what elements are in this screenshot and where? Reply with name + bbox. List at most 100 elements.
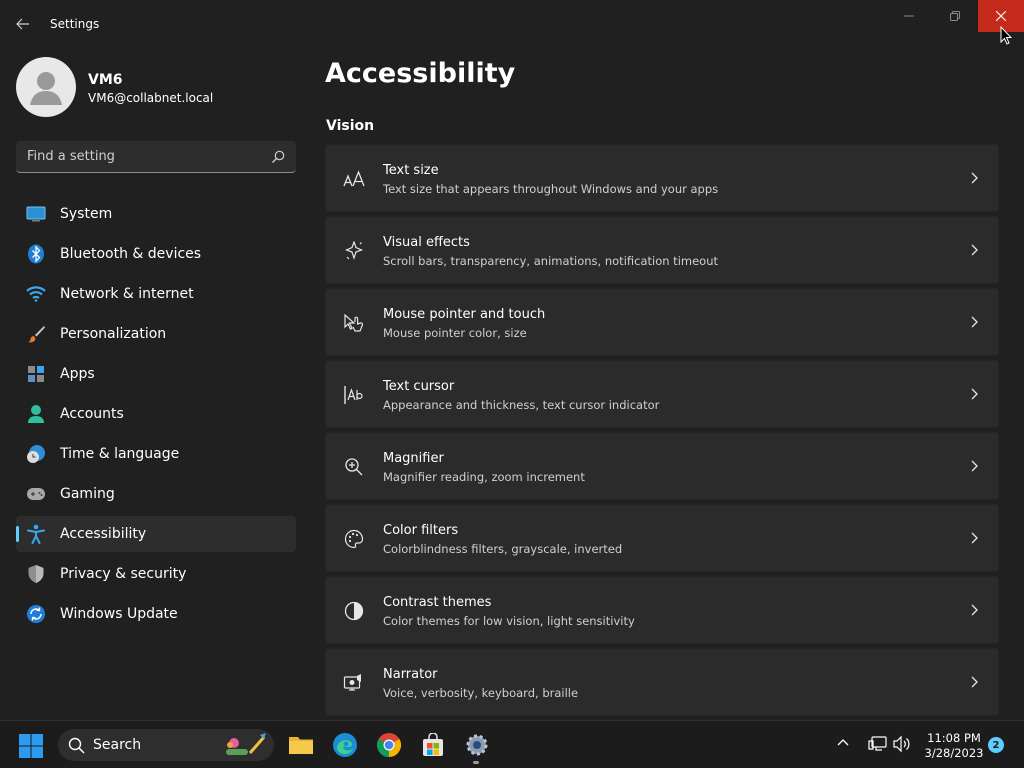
settings-gear-icon[interactable] [461, 729, 493, 761]
title-bar: Settings [0, 0, 1024, 48]
profile-name: VM6 [88, 72, 123, 88]
restore-button[interactable] [932, 0, 978, 32]
back-button[interactable] [8, 9, 38, 39]
magnifier-icon [343, 456, 365, 478]
card-text-size[interactable]: Text size Text size that appears through… [325, 144, 999, 212]
back-arrow-icon [16, 18, 29, 30]
taskbar: Search 11:08 PM 3/28/2023 2 [0, 720, 1024, 768]
taskbar-search-label: Search [93, 737, 142, 753]
card-visual-effects[interactable]: Visual effects Scroll bars, transparency… [325, 216, 999, 284]
profile-email: VM6@collabnet.local [88, 91, 214, 105]
search-icon [68, 737, 85, 754]
text-cursor-icon [343, 384, 365, 406]
close-icon [996, 11, 1006, 21]
chevron-right-icon [971, 244, 978, 256]
card-contrast-themes[interactable]: Contrast themes Color themes for low vis… [325, 576, 999, 644]
card-mouse-pointer[interactable]: Mouse pointer and touch Mouse pointer co… [325, 288, 999, 356]
app-title: Settings [50, 17, 100, 31]
restore-icon [950, 11, 960, 21]
chrome-browser-icon[interactable] [373, 729, 405, 761]
sidebar-item-network[interactable]: Network & internet [16, 276, 296, 312]
volume-icon[interactable] [892, 735, 912, 753]
bluetooth-icon [26, 244, 46, 264]
search-input[interactable] [16, 141, 266, 172]
pointer-touch-icon [343, 312, 365, 334]
chevron-right-icon [971, 532, 978, 544]
accounts-icon [26, 404, 46, 424]
card-title: Text size [383, 163, 439, 178]
card-description: Voice, verbosity, keyboard, braille [383, 686, 579, 700]
search-highlight-art-icon [226, 733, 266, 755]
sidebar-item-gaming[interactable]: Gaming [16, 476, 296, 512]
page-title: Accessibility [325, 58, 516, 89]
clock-date[interactable]: 3/28/2023 [918, 746, 990, 760]
card-title: Color filters [383, 523, 459, 538]
sidebar-item-label: Gaming [60, 486, 115, 502]
minimize-icon [904, 15, 914, 17]
chevron-up-icon[interactable] [836, 737, 850, 747]
card-description: Mouse pointer color, size [383, 326, 527, 340]
brush-icon [26, 324, 46, 344]
windows-start-icon[interactable] [18, 733, 44, 759]
chevron-right-icon [971, 460, 978, 472]
contrast-icon [343, 600, 365, 622]
microsoft-store-icon[interactable] [417, 729, 449, 761]
sparkle-icon [343, 240, 365, 262]
accessibility-icon [26, 524, 46, 544]
card-title: Contrast themes [383, 595, 492, 610]
network-icon[interactable] [867, 735, 887, 753]
card-title: Mouse pointer and touch [383, 307, 546, 322]
avatar[interactable] [16, 57, 76, 117]
chevron-right-icon [971, 316, 978, 328]
card-title: Magnifier [383, 451, 444, 466]
card-magnifier[interactable]: Magnifier Magnifier reading, zoom increm… [325, 432, 999, 500]
search-icon[interactable] [270, 149, 286, 165]
sidebar-item-time-language[interactable]: Time & language [16, 436, 296, 472]
chevron-right-icon [971, 676, 978, 688]
sidebar-item-privacy[interactable]: Privacy & security [16, 556, 296, 592]
section-title: Vision [326, 118, 375, 134]
card-color-filters[interactable]: Color filters Colorblindness filters, gr… [325, 504, 999, 572]
card-title: Text cursor [383, 379, 455, 394]
gamepad-icon [26, 484, 46, 504]
system-icon [26, 204, 46, 224]
sidebar-item-windows-update[interactable]: Windows Update [16, 596, 296, 632]
user-silhouette-icon [30, 72, 62, 105]
update-icon [26, 604, 46, 624]
clock-time[interactable]: 11:08 PM [926, 731, 982, 745]
sidebar-nav: System Bluetooth & devices Network & int… [16, 196, 296, 636]
apps-icon [26, 364, 46, 384]
card-title: Visual effects [383, 235, 470, 250]
sidebar-item-accessibility[interactable]: Accessibility [16, 516, 296, 552]
card-text-cursor[interactable]: Text cursor Appearance and thickness, te… [325, 360, 999, 428]
sidebar-item-label: Personalization [60, 326, 167, 342]
card-description: Scroll bars, transparency, animations, n… [383, 254, 718, 268]
sidebar-item-label: Accounts [60, 406, 124, 422]
sidebar-item-label: System [60, 206, 113, 222]
sidebar-item-personalization[interactable]: Personalization [16, 316, 296, 352]
taskbar-search[interactable]: Search [58, 729, 274, 761]
chevron-right-icon [971, 388, 978, 400]
notification-badge[interactable]: 2 [988, 737, 1004, 753]
palette-icon [343, 528, 365, 550]
sidebar-item-system[interactable]: System [16, 196, 296, 232]
sidebar-item-accounts[interactable]: Accounts [16, 396, 296, 432]
file-explorer-icon[interactable] [285, 729, 317, 761]
sidebar-item-apps[interactable]: Apps [16, 356, 296, 392]
sidebar-item-label: Bluetooth & devices [60, 246, 202, 262]
sidebar-item-label: Apps [60, 366, 95, 382]
card-narrator[interactable]: Narrator Voice, verbosity, keyboard, bra… [325, 648, 999, 716]
running-app-indicator [473, 761, 479, 764]
chevron-right-icon [971, 604, 978, 616]
sidebar-item-bluetooth[interactable]: Bluetooth & devices [16, 236, 296, 272]
sidebar-item-label: Time & language [60, 446, 180, 462]
minimize-button[interactable] [886, 0, 932, 32]
sidebar-item-label: Privacy & security [60, 566, 187, 582]
card-description: Color themes for low vision, light sensi… [383, 614, 635, 628]
narrator-icon [343, 672, 365, 694]
chevron-right-icon [971, 172, 978, 184]
search-box[interactable] [16, 141, 296, 173]
text-size-icon [343, 168, 365, 190]
edge-browser-icon[interactable] [329, 729, 361, 761]
sidebar-item-label: Accessibility [60, 526, 147, 542]
